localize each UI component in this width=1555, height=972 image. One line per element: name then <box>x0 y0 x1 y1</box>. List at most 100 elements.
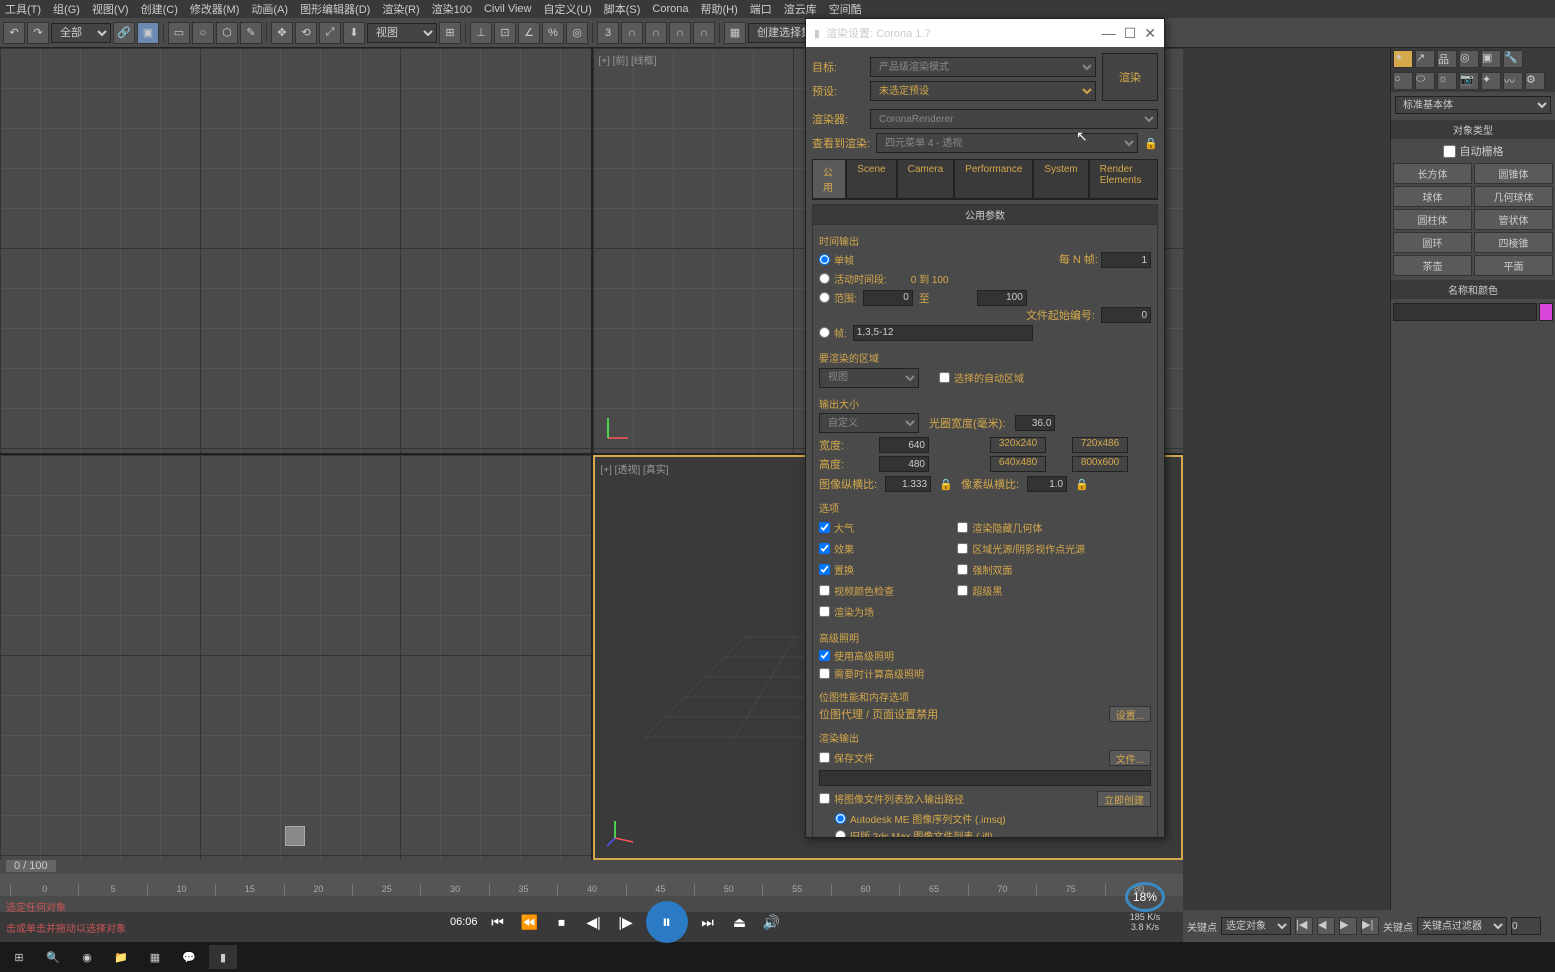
snap-toggle-button[interactable]: 3 <box>597 22 619 44</box>
space-warps-button[interactable]: 〰 <box>1503 72 1523 90</box>
create-now-button[interactable]: 立即创建 <box>1097 791 1151 807</box>
video-open-button[interactable]: ⏏ <box>728 910 752 934</box>
task-app-4[interactable]: 💬 <box>175 945 203 969</box>
torus-button[interactable]: 圆环 <box>1393 232 1472 253</box>
cone-button[interactable]: 圆锥体 <box>1474 163 1553 184</box>
ortho-button[interactable]: ⊥ <box>470 22 492 44</box>
tube-button[interactable]: 管状体 <box>1474 209 1553 230</box>
menu-civilview[interactable]: Civil View <box>484 3 531 15</box>
autodesk-me-radio[interactable] <box>835 813 846 824</box>
common-params-rollout[interactable]: 公用参数 <box>813 205 1157 225</box>
plane-button[interactable]: 平面 <box>1474 255 1553 276</box>
magnet-button[interactable]: ∩ <box>621 22 643 44</box>
minimize-button[interactable]: — <box>1102 25 1116 42</box>
key-select[interactable]: 选定对象 <box>1221 917 1291 935</box>
next-button[interactable]: ▶| <box>1361 917 1379 935</box>
viewport-top-left[interactable] <box>0 48 591 453</box>
magnet2-button[interactable]: ∩ <box>645 22 667 44</box>
prev-button[interactable]: ◀ <box>1317 917 1335 935</box>
snap-angle-button[interactable]: ∠ <box>518 22 540 44</box>
save-file-checkbox[interactable] <box>819 752 830 763</box>
dialog-titlebar[interactable]: ▮渲染设置: Corona 1.7 — ☐ ✕ <box>806 19 1164 47</box>
start-button[interactable]: ⊞ <box>5 945 33 969</box>
hierarchy-tab[interactable]: 品 <box>1437 50 1457 68</box>
rotate-button[interactable]: ⟲ <box>295 22 317 44</box>
arealight-checkbox[interactable] <box>957 543 968 554</box>
coord-button[interactable]: ⊞ <box>439 22 461 44</box>
video-rewind-button[interactable]: ⏪ <box>518 910 542 934</box>
menu-modifiers[interactable]: 修改器(M) <box>190 1 240 17</box>
play-button[interactable]: ▶ <box>1339 917 1357 935</box>
render-button[interactable]: 渲染 <box>1102 53 1158 101</box>
shapes-button[interactable]: ⬭ <box>1415 72 1435 90</box>
tab-scene[interactable]: Scene <box>846 159 896 199</box>
tab-performance[interactable]: Performance <box>954 159 1033 199</box>
autogrid-checkbox[interactable] <box>1443 145 1456 158</box>
menu-customize[interactable]: 自定义(U) <box>543 1 591 17</box>
renderer-select[interactable]: CoronaRenderer <box>870 109 1158 129</box>
lights-button[interactable]: ☼ <box>1437 72 1457 90</box>
task-app-5[interactable]: ▮ <box>209 945 237 969</box>
task-app-2[interactable]: 📁 <box>107 945 135 969</box>
snap-spin-button[interactable]: ◎ <box>566 22 588 44</box>
file-start-spinner[interactable] <box>1101 307 1151 323</box>
lock-icon[interactable]: 🔒 <box>1144 136 1158 150</box>
use-adv-checkbox[interactable] <box>819 650 830 661</box>
area-select[interactable]: 视图 <box>819 368 919 388</box>
width-spinner[interactable] <box>879 437 929 453</box>
image-aspect-spinner[interactable] <box>885 476 931 492</box>
cameras-button[interactable]: 📷 <box>1459 72 1479 90</box>
active-time-radio[interactable] <box>819 273 830 284</box>
superblack-checkbox[interactable] <box>957 585 968 596</box>
tab-render-elements[interactable]: Render Elements <box>1089 159 1158 199</box>
tab-system[interactable]: System <box>1033 159 1088 199</box>
video-step-fwd-button[interactable]: |▶ <box>614 910 638 934</box>
menu-create[interactable]: 创建(C) <box>141 1 178 17</box>
select-rect-button[interactable]: ▭ <box>168 22 190 44</box>
menu-graph[interactable]: 图形编辑器(D) <box>300 1 370 17</box>
time-ruler[interactable]: 05 1015 2025 3035 4045 5055 6065 7075 80 <box>0 874 1183 896</box>
menu-tools[interactable]: 工具(T) <box>5 1 41 17</box>
tab-common[interactable]: 公用 <box>812 159 846 199</box>
frame-input[interactable] <box>1511 917 1541 935</box>
file-button[interactable]: 文件... <box>1109 750 1151 766</box>
magnet4-button[interactable]: ∩ <box>693 22 715 44</box>
snap-percent-button[interactable]: % <box>542 22 564 44</box>
video-step-back-button[interactable]: ◀| <box>582 910 606 934</box>
frames-input[interactable] <box>853 325 1033 341</box>
tab-camera[interactable]: Camera <box>897 159 955 199</box>
2side-checkbox[interactable] <box>957 564 968 575</box>
create-tab[interactable]: ☀ <box>1393 50 1413 68</box>
menu-render[interactable]: 渲染(R) <box>382 1 419 17</box>
menu-animation[interactable]: 动画(A) <box>251 1 288 17</box>
box-button[interactable]: 长方体 <box>1393 163 1472 184</box>
scale-button[interactable]: ⤢ <box>319 22 341 44</box>
menu-space[interactable]: 空间酷 <box>829 1 862 17</box>
preset-720x486[interactable]: 720x486 <box>1072 437 1128 453</box>
every-n-spinner[interactable] <box>1101 252 1151 268</box>
modify-tab[interactable]: ↗ <box>1415 50 1435 68</box>
menu-help[interactable]: 帮助(H) <box>701 1 738 17</box>
select-lasso-button[interactable]: ✎ <box>240 22 262 44</box>
pixel-aspect-spinner[interactable] <box>1027 476 1067 492</box>
named-sel-button[interactable]: ▦ <box>724 22 746 44</box>
frames-radio[interactable] <box>819 327 830 338</box>
effects-checkbox[interactable] <box>819 543 830 554</box>
legacy-radio[interactable] <box>835 830 846 837</box>
windows-taskbar[interactable]: ⊞ 🔍 ◉ 📁 ▦ 💬 ▮ <box>0 942 1555 972</box>
teapot-button[interactable]: 茶壶 <box>1393 255 1472 276</box>
key-filter-select[interactable]: 关键点过滤器 <box>1417 917 1507 935</box>
preset-800x600[interactable]: 800x600 <box>1072 456 1128 472</box>
menu-render100[interactable]: 渲染100 <box>432 1 472 17</box>
target-select[interactable]: 产品级渲染模式 <box>870 57 1096 77</box>
task-app-3[interactable]: ▦ <box>141 945 169 969</box>
scene-object-cube[interactable] <box>285 826 305 846</box>
link-button[interactable]: 🔗 <box>113 22 135 44</box>
menu-group[interactable]: 组(G) <box>53 1 80 17</box>
single-frame-radio[interactable] <box>819 254 830 265</box>
hidden-checkbox[interactable] <box>957 522 968 533</box>
lock-icon[interactable]: 🔒 <box>939 477 953 491</box>
menu-port[interactable]: 端口 <box>750 1 772 17</box>
vcolor-checkbox[interactable] <box>819 585 830 596</box>
undo-button[interactable]: ↶ <box>3 22 25 44</box>
